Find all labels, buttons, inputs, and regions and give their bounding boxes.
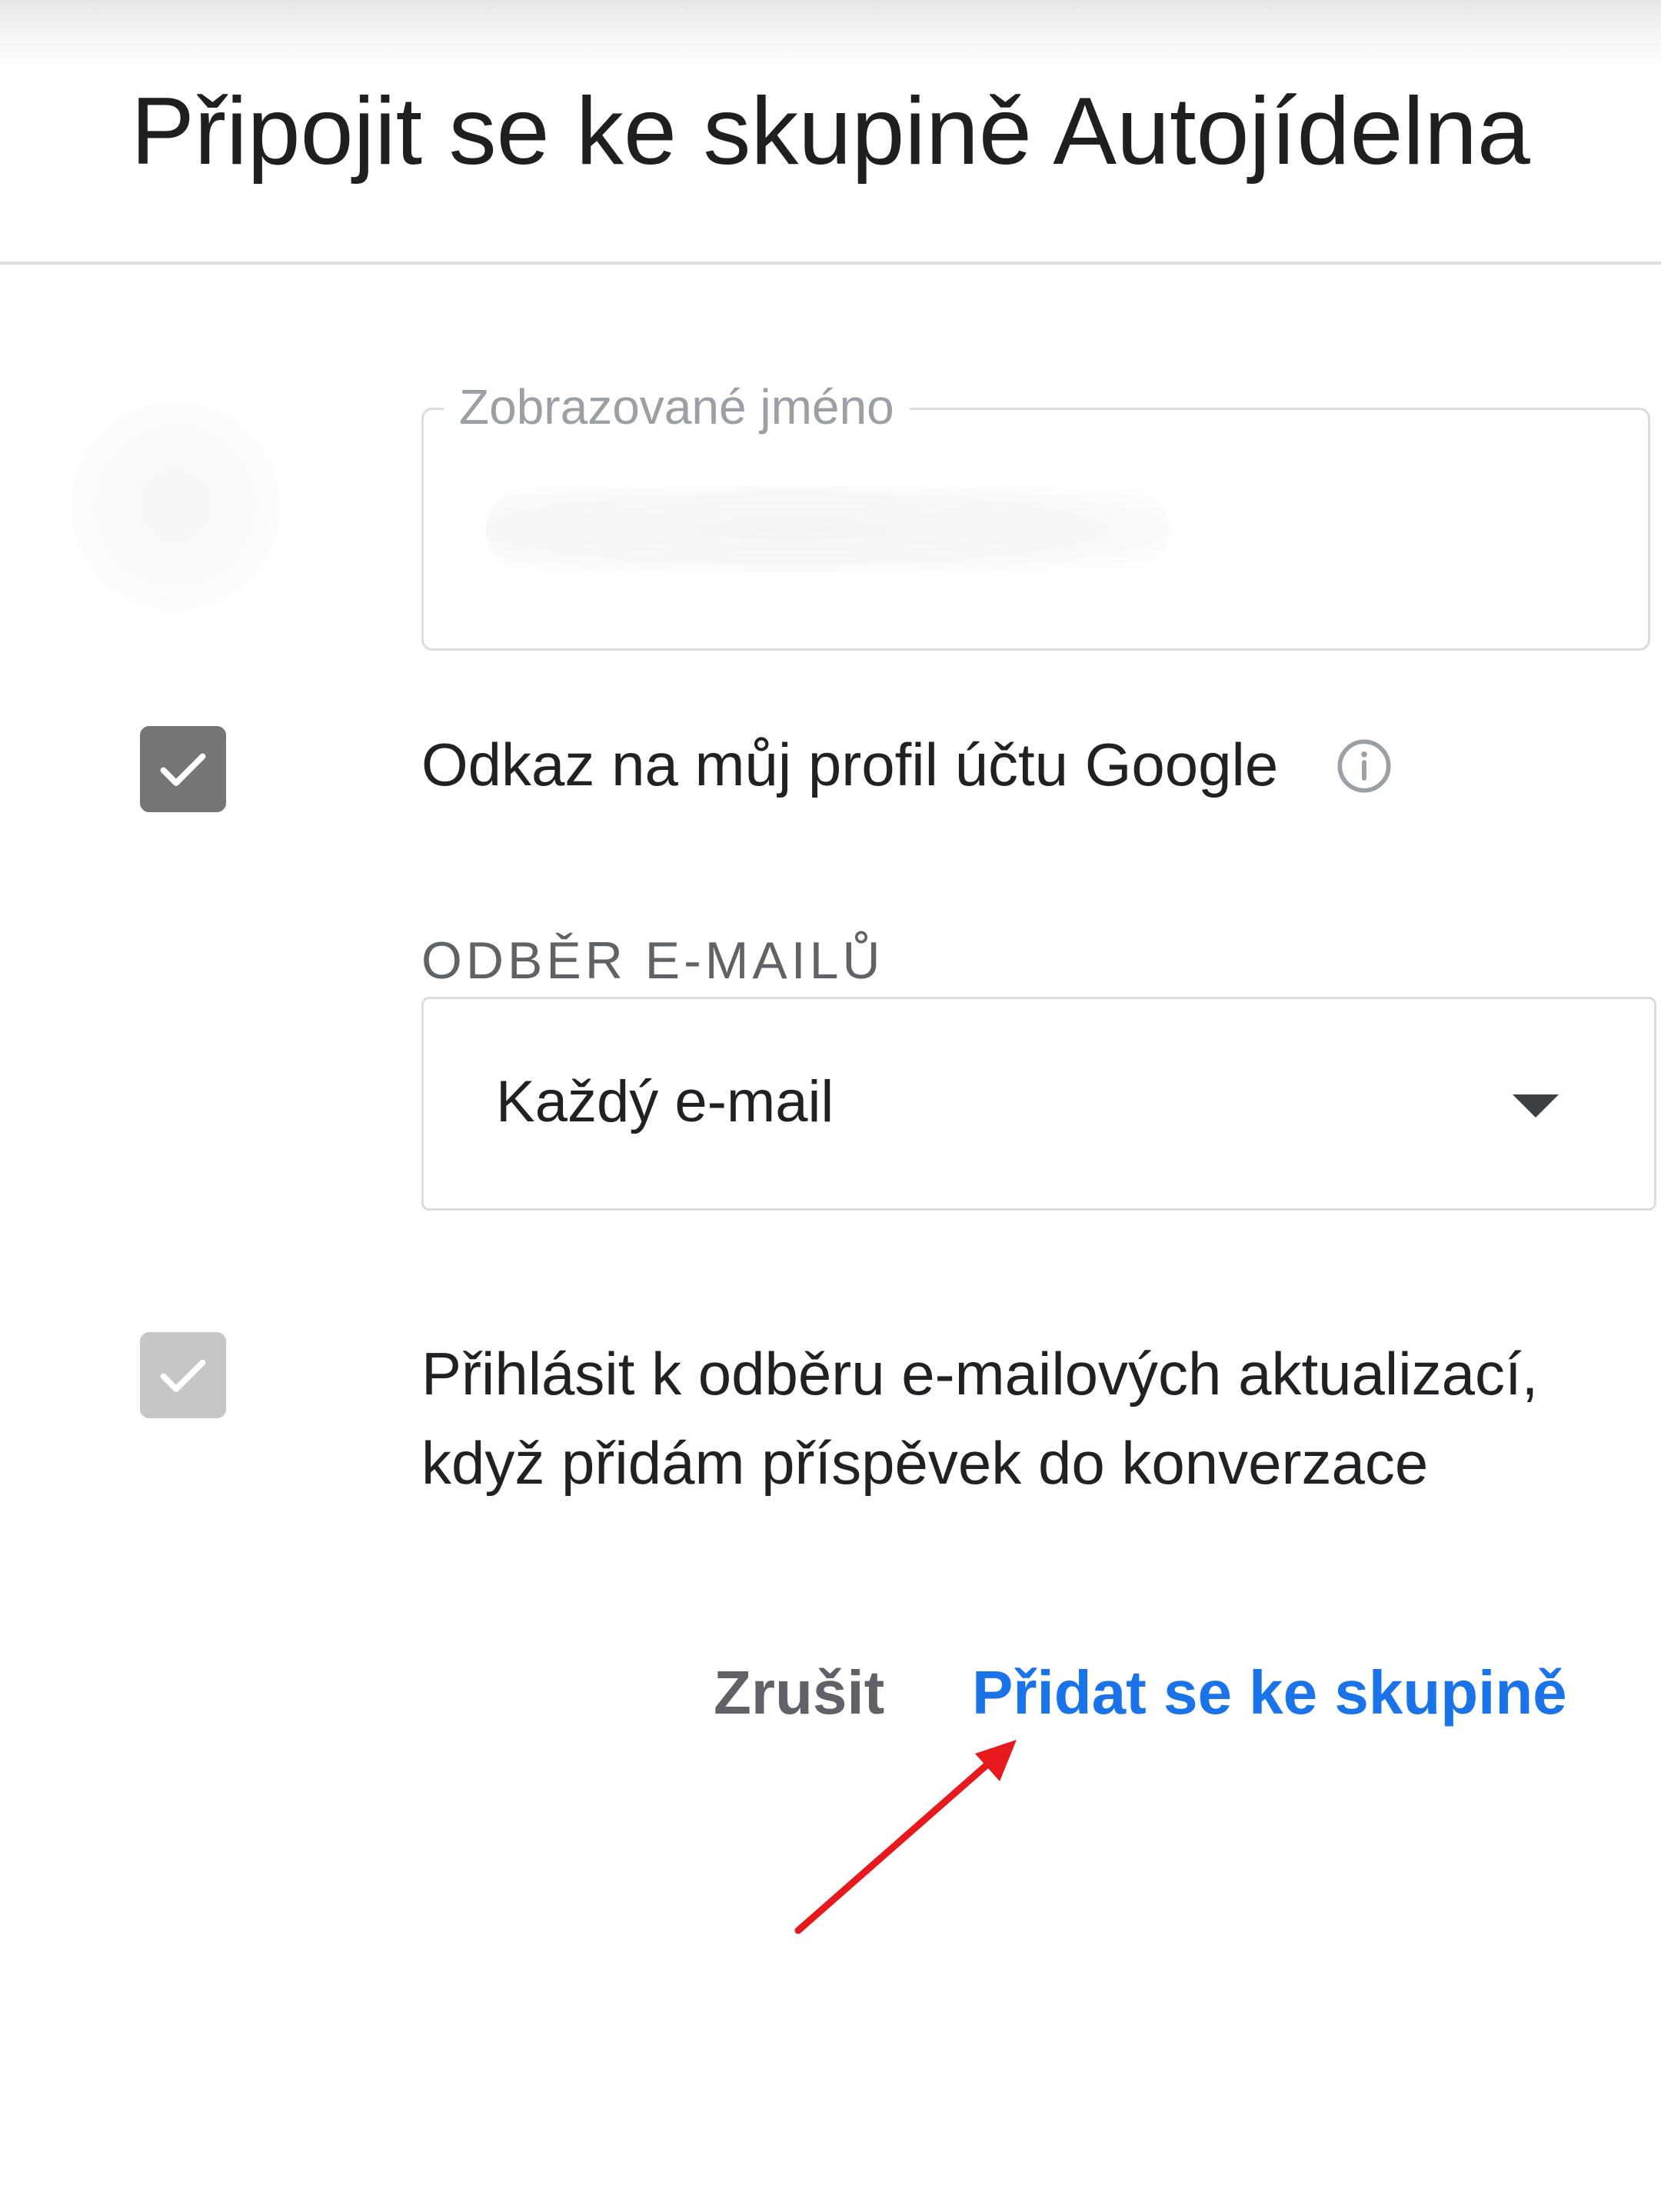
checkmark-icon bbox=[160, 1359, 206, 1392]
header-divider bbox=[0, 262, 1661, 265]
join-group-button[interactable]: Přidat se ke skupině bbox=[972, 1651, 1567, 1735]
info-icon[interactable] bbox=[1335, 737, 1393, 795]
email-subscription-selected-value: Každý e-mail bbox=[496, 1069, 834, 1134]
profile-link-label: Odkaz na můj profil účtu Google bbox=[421, 731, 1279, 798]
top-shadow bbox=[0, 0, 1661, 69]
display-name-label: Zobrazované jméno bbox=[444, 375, 910, 439]
avatar bbox=[71, 401, 280, 611]
checkmark-icon bbox=[160, 753, 206, 786]
email-subscription-section-label: ODBĚR E-MAILŮ bbox=[421, 931, 884, 990]
subscribe-updates-checkbox[interactable] bbox=[140, 1332, 226, 1418]
display-name-value-blurred bbox=[485, 487, 1170, 571]
display-name-field[interactable]: Zobrazované jméno bbox=[421, 375, 1650, 651]
subscribe-updates-label: Přihlásit k odběru e-mailových aktualiza… bbox=[421, 1340, 1539, 1497]
email-subscription-select[interactable]: Každý e-mail bbox=[421, 997, 1656, 1211]
annotation-arrow bbox=[794, 1740, 1017, 1934]
dropdown-arrow-icon bbox=[1513, 1094, 1559, 1118]
profile-link-checkbox[interactable] bbox=[140, 726, 226, 812]
dialog-title: Připojit se ke skupině Autojídelna bbox=[131, 78, 1530, 185]
